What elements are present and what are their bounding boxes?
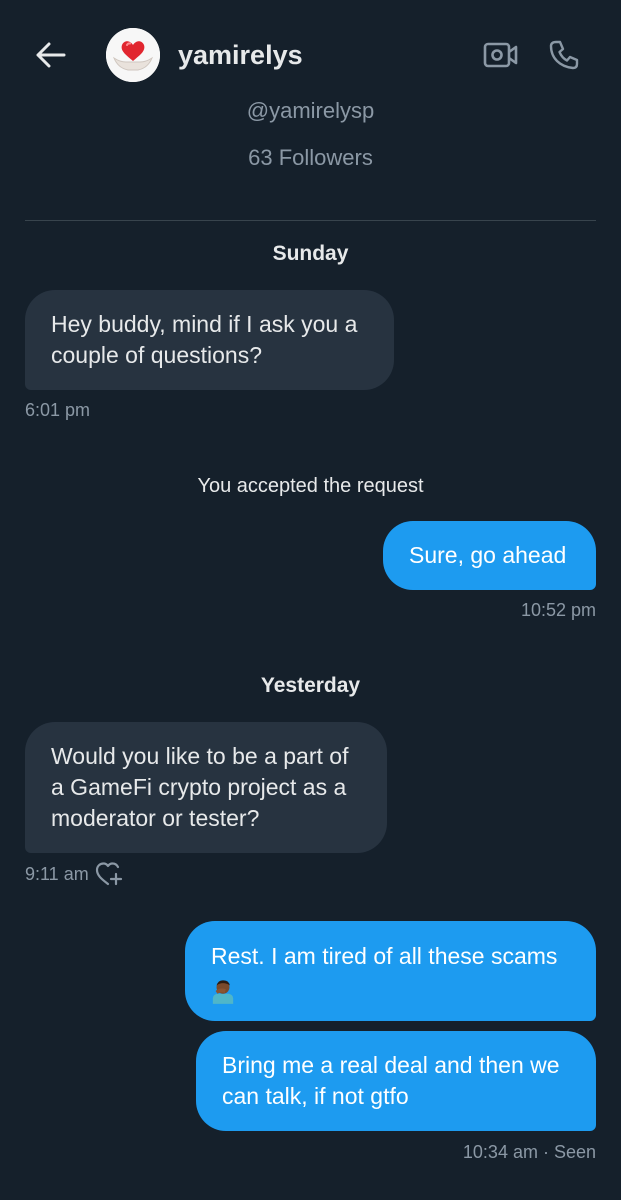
message-timestamp: 9:11 am <box>25 864 89 884</box>
phone-call-button[interactable] <box>543 34 585 76</box>
add-reaction-button[interactable] <box>94 860 124 888</box>
message-timestamp: 10:52 pm <box>520 600 596 620</box>
user-handle[interactable]: @yamirelysp <box>0 96 621 126</box>
incoming-message[interactable]: Hey buddy, mind if I ask you a couple of… <box>25 290 394 390</box>
message-text-line: Rest. I am tired of all these scams <box>211 943 558 969</box>
message-text-line: couple of questions? <box>51 342 262 368</box>
back-button[interactable] <box>28 32 74 78</box>
video-call-button[interactable] <box>480 34 522 76</box>
avatar[interactable] <box>106 28 160 82</box>
arrow-left-icon <box>36 42 66 68</box>
date-separator-yesterday: Yesterday <box>260 674 361 697</box>
heart-in-hands-icon <box>106 28 160 82</box>
incoming-message[interactable]: Would you like to be a part of a GameFi … <box>25 722 387 853</box>
add-reaction-heart-icon <box>95 862 123 886</box>
message-text-line: Would you like to be a part of <box>51 743 349 769</box>
header-divider <box>25 220 596 221</box>
request-accepted-notice: You accepted the request <box>197 475 424 497</box>
message-status: 10:34 am · Seen <box>462 1142 596 1162</box>
outgoing-message[interactable]: Rest. I am tired of all these scams <box>185 921 596 1021</box>
man-facepalming-emoji <box>211 974 570 1004</box>
message-text-line: Bring me a real deal and then we <box>222 1052 560 1078</box>
phone-icon <box>549 40 579 70</box>
outgoing-message[interactable]: Bring me a real deal and then we can tal… <box>196 1031 596 1131</box>
message-timestamp: 6:01 pm <box>25 400 91 420</box>
message-text: Sure, go ahead <box>409 542 567 568</box>
message-text-line: can talk, if not gtfo <box>222 1083 409 1109</box>
followers-count[interactable]: 63 Followers <box>0 143 621 173</box>
date-separator-sunday: Sunday <box>272 242 349 265</box>
outgoing-message[interactable]: Sure, go ahead <box>383 521 596 590</box>
message-text-line: moderator or tester? <box>51 805 260 831</box>
video-call-icon <box>483 42 518 68</box>
message-text-line: Hey buddy, mind if I ask you a <box>51 311 358 337</box>
message-text-line: a GameFi crypto project as a <box>51 774 347 800</box>
conversation-title[interactable]: yamirelys <box>178 38 303 72</box>
